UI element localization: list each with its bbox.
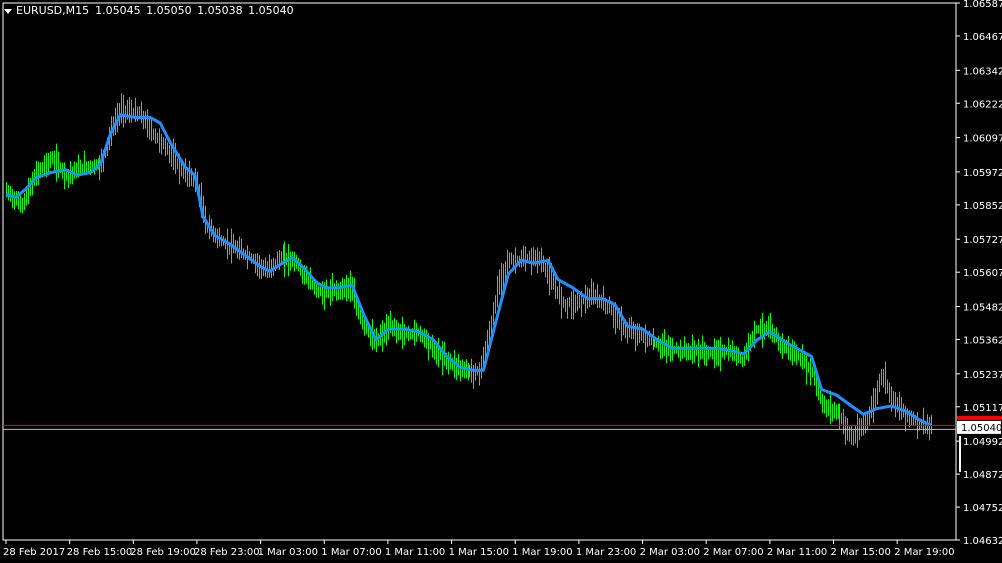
high-price: 1.05050 <box>146 4 192 17</box>
time-tick-label: 1 Mar 19:00 <box>512 547 572 558</box>
plot-border <box>2 2 957 541</box>
price-tick-label: 1.05607 <box>963 268 1002 279</box>
open-price: 1.05045 <box>95 4 141 17</box>
time-tick-label: 1 Mar 03:00 <box>258 547 318 558</box>
price-chart[interactable]: 1.06587 1.06467 1.06342 1.06222 1.06097 1.059… <box>0 0 1002 563</box>
time-tick-label: 2 Mar 19:00 <box>894 547 954 558</box>
time-tick-label: 28 Feb 15:00 <box>67 547 133 558</box>
time-tick-label: 1 Mar 15:00 <box>449 547 509 558</box>
price-tick-label: 1.04752 <box>963 503 1002 514</box>
low-price: 1.05038 <box>197 4 243 17</box>
price-tick-label: 1.06467 <box>963 32 1002 43</box>
price-tick-label: 1.04632 <box>963 536 1002 547</box>
price-tick-label: 1.05482 <box>963 303 1002 314</box>
time-tick-label: 28 Feb 23:00 <box>194 547 260 558</box>
price-tick-label: 1.06587 <box>963 0 1002 10</box>
time-axis[interactable]: 28 Feb 2017 28 Feb 15:0028 Feb 19:0028 Fe… <box>3 540 955 558</box>
time-tick-label: 2 Mar 07:00 <box>703 547 763 558</box>
axis-scroll-handle[interactable] <box>959 435 961 472</box>
plot-frame <box>2 2 957 541</box>
current-price-lines <box>3 424 956 430</box>
price-tick-label: 1.05852 <box>963 201 1002 212</box>
dropdown-triangle-icon[interactable] <box>4 8 12 14</box>
chart-header: EURUSD,M15 1.05045 1.05050 1.05038 1.0504… <box>4 4 296 17</box>
symbol-timeframe: EURUSD,M15 <box>16 4 90 17</box>
time-tick-label: 28 Feb 2017 <box>3 547 65 558</box>
time-tick-label: 1 Mar 07:00 <box>321 547 381 558</box>
price-tick-label: 1.05362 <box>963 336 1002 347</box>
price-tick-label: 1.06342 <box>963 66 1002 77</box>
time-tick-label: 28 Feb 19:00 <box>130 547 196 558</box>
price-tick-label: 1.05727 <box>963 235 1002 246</box>
ask-price-marker <box>957 415 1002 420</box>
price-tick-label: 1.05237 <box>963 370 1002 381</box>
time-tick-label: 2 Mar 03:00 <box>640 547 700 558</box>
time-tick-label: 1 Mar 11:00 <box>385 547 445 558</box>
price-axis[interactable]: 1.06587 1.06467 1.06342 1.06222 1.06097 1.059… <box>956 0 1002 547</box>
price-tick-label: 1.05972 <box>963 168 1002 179</box>
time-tick-label: 1 Mar 23:00 <box>576 547 636 558</box>
price-tick-label: 1.04992 <box>963 437 1002 448</box>
current-price-label: 1.05040 <box>961 423 1002 434</box>
price-bars <box>6 93 932 448</box>
price-tick-label: 1.06222 <box>963 99 1002 110</box>
price-tick-label: 1.04872 <box>963 470 1002 481</box>
chart-area[interactable]: EURUSD,M15 1.05045 1.05050 1.05038 1.0504… <box>0 0 1002 563</box>
time-tick-label: 2 Mar 11:00 <box>767 547 827 558</box>
time-tick-label: 2 Mar 15:00 <box>831 547 891 558</box>
price-tick-label: 1.05117 <box>963 403 1002 414</box>
price-tick-label: 1.06097 <box>963 134 1002 145</box>
close-price: 1.05040 <box>248 4 294 17</box>
